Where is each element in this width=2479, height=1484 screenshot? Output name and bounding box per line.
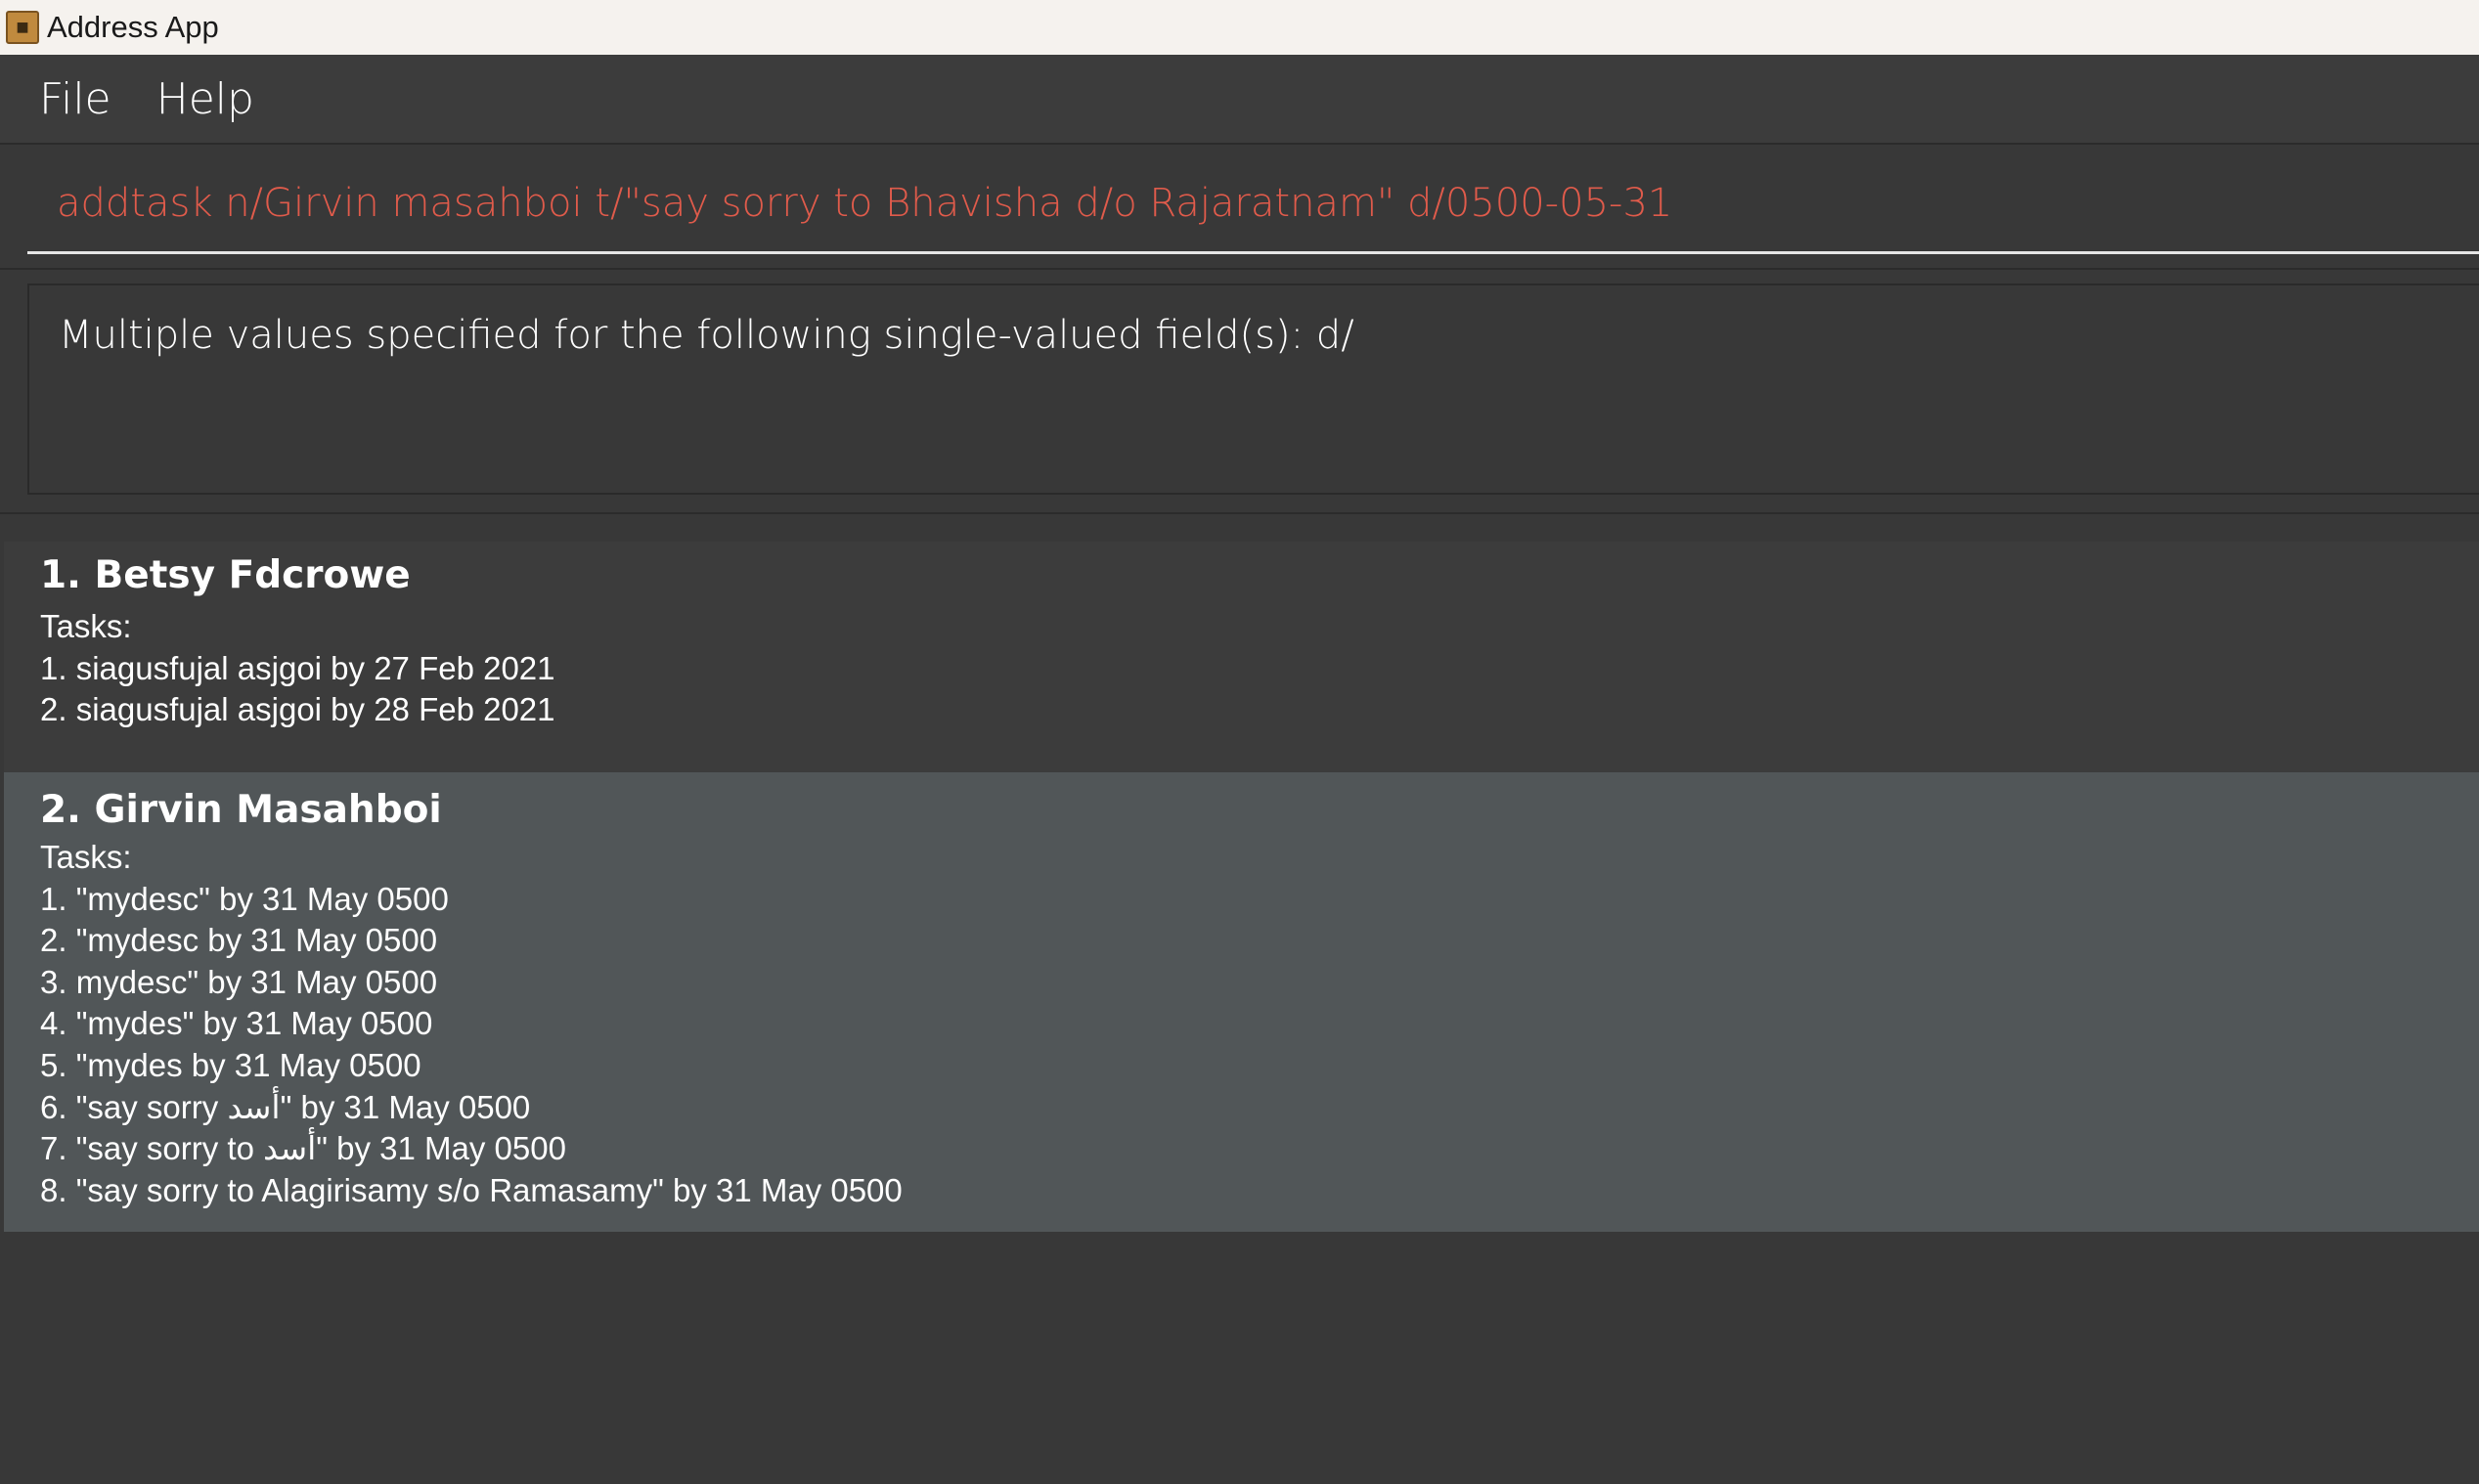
command-input[interactable]: addtask n/Girvin masahboi t/"say sorry t… (27, 154, 2479, 254)
task-item: 2. "mydesc by 31 May 0500 (40, 922, 438, 959)
menu-bar: File Help (0, 55, 2479, 143)
person-card-selected[interactable]: 2. Girvin Masahboi Tasks: 1. "mydesc" by… (4, 772, 2479, 1232)
task-item: 7. "say sorry to أسد" by 31 May 0500 (40, 1130, 566, 1167)
result-area: Multiple values specified for the follow… (0, 268, 2479, 512)
task-item: 3. mydesc" by 31 May 0500 (40, 963, 438, 1000)
result-display: Multiple values specified for the follow… (27, 284, 2479, 495)
person-name: 1. Betsy Fdcrowe (40, 553, 411, 597)
person-name: 2. Girvin Masahboi (40, 788, 442, 832)
person-list[interactable]: 1. Betsy Fdcrowe Tasks: 1. siagusfujal a… (0, 512, 2479, 1484)
tasks-label: Tasks: (40, 839, 132, 875)
task-item: 4. "mydes" by 31 May 0500 (40, 1005, 433, 1042)
task-item: 1. "mydesc" by 31 May 0500 (40, 880, 449, 917)
menu-help[interactable]: Help (156, 74, 254, 124)
task-item: 6. "say sorry أسد" by 31 May 0500 (40, 1088, 531, 1125)
tasks-label: Tasks: (40, 608, 132, 644)
address-book-icon: ■ (6, 11, 39, 44)
task-item: 1. siagusfujal asjgoi by 27 Feb 2021 (40, 649, 555, 686)
command-area: addtask n/Girvin masahboi t/"say sorry t… (0, 143, 2479, 268)
task-item: 5. "mydes by 31 May 0500 (40, 1046, 421, 1083)
menu-file[interactable]: File (39, 74, 111, 124)
person-card[interactable]: 1. Betsy Fdcrowe Tasks: 1. siagusfujal a… (4, 542, 2479, 798)
task-item: 2. siagusfujal asjgoi by 28 Feb 2021 (40, 691, 555, 728)
title-bar: ■ Address App (0, 0, 2479, 55)
window-title: Address App (47, 10, 219, 44)
task-item: 8. "say sorry to Alagirisamy s/o Ramasam… (40, 1171, 903, 1208)
